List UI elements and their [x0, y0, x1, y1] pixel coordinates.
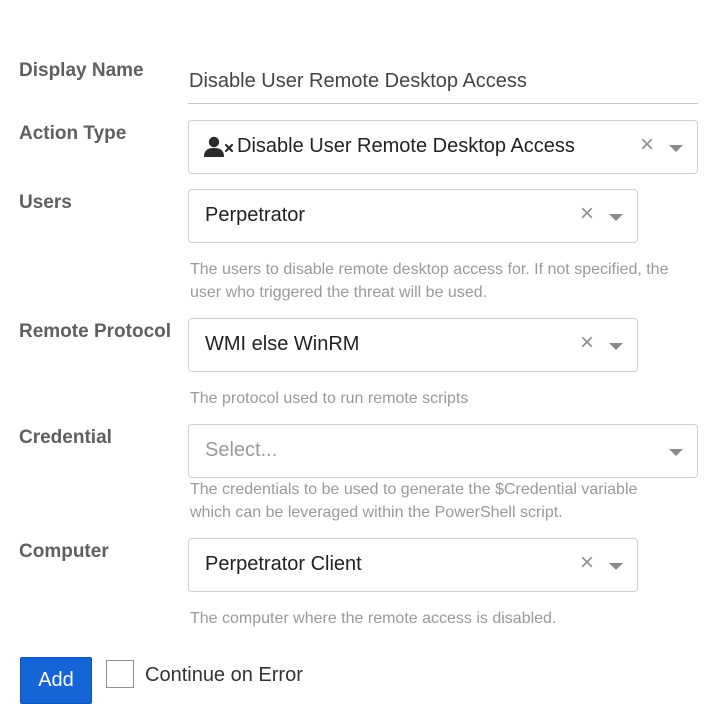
- add-button[interactable]: Add: [20, 657, 92, 704]
- users-select[interactable]: Perpetrator ×: [188, 189, 638, 243]
- computer-help-text: The computer where the remote access is …: [190, 610, 557, 627]
- continue-on-error-checkbox[interactable]: [106, 660, 134, 688]
- users-value: Perpetrator: [205, 204, 306, 226]
- computer-select[interactable]: Perpetrator Client ×: [188, 538, 638, 592]
- users-clear-icon[interactable]: ×: [578, 202, 596, 226]
- credential-label: Credential: [19, 427, 112, 448]
- user-x-icon: [204, 136, 234, 157]
- computer-label: Computer: [19, 541, 109, 562]
- display-name-label: Display Name: [19, 60, 144, 81]
- computer-clear-icon[interactable]: ×: [578, 551, 596, 575]
- remote-protocol-chevron-down-icon[interactable]: [609, 343, 623, 350]
- action-type-select[interactable]: Disable User Remote Desktop Access ×: [188, 120, 698, 174]
- display-name-field[interactable]: Disable User Remote Desktop Access: [188, 58, 698, 104]
- credential-chevron-down-icon[interactable]: [669, 449, 683, 456]
- remote-protocol-help-text: The protocol used to run remote scripts: [190, 390, 469, 407]
- computer-chevron-down-icon[interactable]: [609, 563, 623, 570]
- credential-select[interactable]: Select...: [188, 424, 698, 478]
- action-type-label: Action Type: [19, 123, 127, 144]
- users-chevron-down-icon[interactable]: [609, 214, 623, 221]
- credential-help-text: The credentials to be used to generate t…: [190, 481, 638, 521]
- remote-protocol-label: Remote Protocol: [19, 321, 172, 342]
- remote-protocol-clear-icon[interactable]: ×: [578, 331, 596, 355]
- users-label: Users: [19, 192, 72, 213]
- credential-placeholder: Select...: [205, 439, 278, 461]
- remote-protocol-value: WMI else WinRM: [205, 333, 360, 355]
- computer-value: Perpetrator Client: [205, 553, 362, 575]
- action-type-clear-icon[interactable]: ×: [638, 133, 656, 157]
- remote-protocol-select[interactable]: WMI else WinRM ×: [188, 318, 638, 372]
- action-type-chevron-down-icon[interactable]: [669, 145, 683, 152]
- action-type-value: Disable User Remote Desktop Access: [237, 135, 575, 157]
- users-help-text: The users to disable remote desktop acce…: [190, 261, 669, 301]
- continue-on-error-label[interactable]: Continue on Error: [145, 664, 303, 687]
- display-name-value: Disable User Remote Desktop Access: [189, 70, 527, 92]
